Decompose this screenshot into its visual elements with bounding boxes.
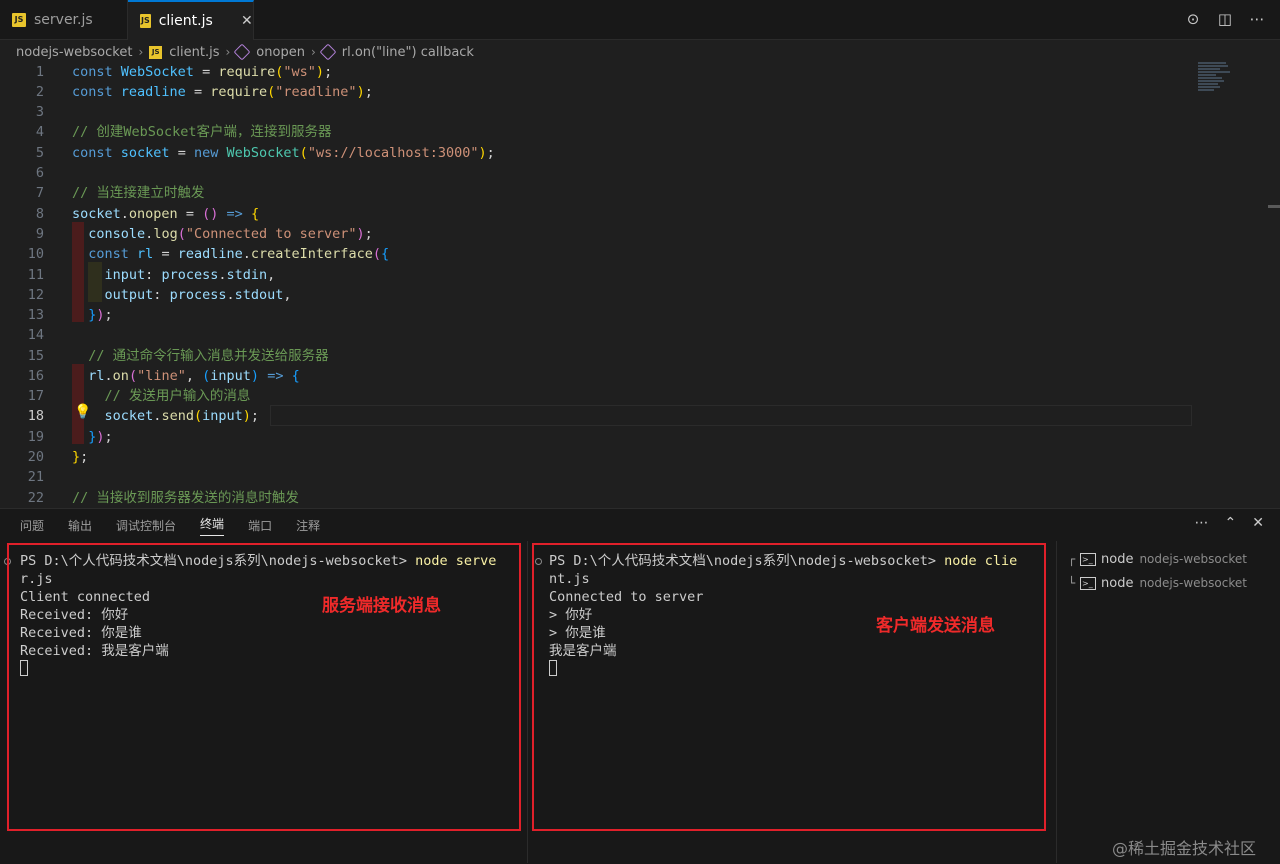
method-symbol-icon bbox=[233, 43, 251, 61]
annotation-box-server bbox=[7, 543, 521, 831]
terminal-list-folder: nodejs-websocket bbox=[1139, 552, 1247, 566]
code-line: 11 input: process.stdin, bbox=[27, 267, 276, 283]
code-line: 16 rl.on("line", (input) => { bbox=[27, 368, 300, 384]
js-file-icon: JS bbox=[140, 14, 151, 28]
breadcrumb-folder[interactable]: nodejs-websocket bbox=[16, 45, 132, 60]
annotation-label-client: 客户端发送消息 bbox=[876, 616, 995, 636]
code-line: 12 output: process.stdout, bbox=[27, 287, 292, 303]
tab-output[interactable]: 输出 bbox=[68, 517, 92, 534]
breadcrumb-file[interactable]: client.js bbox=[169, 45, 219, 60]
code-line: 4// 创建WebSocket客户端，连接到服务器 bbox=[35, 124, 332, 140]
tab-problems[interactable]: 问题 bbox=[20, 517, 44, 534]
more-actions-icon[interactable]: ⋯ bbox=[1195, 515, 1209, 531]
code-line: 5 const socket = new WebSocket("ws://loca… bbox=[35, 145, 495, 161]
compare-changes-icon[interactable]: ⊙ bbox=[1184, 10, 1202, 28]
code-line-current: 18 socket.send(input); bbox=[27, 408, 260, 424]
editor-tab-bar: JS server.js JS client.js ✕ ⊙ ◫ ⋯ bbox=[0, 0, 1280, 40]
code-line: 20}; bbox=[27, 449, 89, 465]
code-line: 6 bbox=[35, 165, 44, 181]
tree-connector-icon: └ bbox=[1068, 576, 1076, 590]
tab-debug-console[interactable]: 调试控制台 bbox=[116, 517, 176, 534]
minimap[interactable] bbox=[1198, 62, 1232, 102]
bottom-panel: 问题 输出 调试控制台 终端 端口 注释 ⋯ ⌃ ✕ PS D:\个人代码技术文… bbox=[0, 508, 1280, 864]
terminal-list-name: node bbox=[1101, 575, 1134, 591]
breadcrumb-symbol-callback[interactable]: rl.on("line") callback bbox=[342, 45, 474, 60]
close-icon[interactable]: ✕ bbox=[1252, 515, 1264, 531]
js-file-icon: JS bbox=[12, 13, 26, 27]
code-line: 1 const WebSocket = require("ws"); bbox=[35, 64, 333, 80]
chevron-up-icon[interactable]: ⌃ bbox=[1225, 515, 1237, 531]
breadcrumb: nodejs-websocket › JS client.js › onopen… bbox=[16, 41, 474, 63]
code-line: 15 // 通过命令行输入消息并发送给服务器 bbox=[27, 348, 329, 364]
terminal-splitter[interactable] bbox=[527, 541, 528, 863]
code-line: 22// 当接收到服务器发送的消息时触发 bbox=[27, 490, 299, 506]
tab-terminal[interactable]: 终端 bbox=[200, 515, 225, 536]
code-line: 3 bbox=[35, 104, 44, 120]
terminal-list-name: node bbox=[1101, 551, 1134, 567]
watermark: @稀土掘金技术社区 bbox=[1112, 839, 1257, 858]
method-symbol-icon bbox=[319, 43, 337, 61]
code-line: 17 // 发送用户输入的消息 bbox=[27, 388, 251, 404]
terminal-list-splitter[interactable] bbox=[1056, 541, 1057, 863]
code-line: 2 const readline = require("readline"); bbox=[35, 84, 373, 100]
breadcrumb-symbol-onopen[interactable]: onopen bbox=[256, 45, 305, 60]
tree-connector-icon: ┌ bbox=[1068, 552, 1076, 566]
chevron-right-icon: › bbox=[225, 45, 231, 59]
chevron-right-icon: › bbox=[310, 45, 316, 59]
tab-label: client.js bbox=[158, 13, 213, 29]
code-line: 13 }); bbox=[27, 307, 113, 323]
annotation-label-server: 服务端接收消息 bbox=[322, 596, 441, 616]
lightbulb-icon[interactable]: 💡 bbox=[74, 404, 91, 420]
chevron-right-icon: › bbox=[138, 45, 144, 59]
code-line: 19 }); bbox=[27, 429, 113, 445]
close-icon[interactable]: ✕ bbox=[241, 13, 253, 29]
terminal-list-item[interactable]: ┌ >_ node nodejs-websocket bbox=[1068, 547, 1247, 571]
annotation-box-client bbox=[532, 543, 1046, 831]
terminal-icon: >_ bbox=[1080, 576, 1096, 590]
terminal-list-item[interactable]: └ >_ node nodejs-websocket bbox=[1068, 571, 1247, 595]
terminal-list-folder: nodejs-websocket bbox=[1139, 576, 1247, 590]
tab-label: server.js bbox=[34, 12, 93, 28]
code-line: 10 const rl = readline.createInterface({ bbox=[27, 246, 390, 262]
code-line: 21 bbox=[27, 469, 44, 485]
tab-server-js[interactable]: JS server.js bbox=[0, 0, 128, 40]
terminal-icon: >_ bbox=[1080, 552, 1096, 566]
tab-ports[interactable]: 端口 bbox=[248, 517, 272, 534]
code-line: 14 bbox=[27, 327, 44, 343]
terminal-list: ┌ >_ node nodejs-websocket └ >_ node nod… bbox=[1068, 547, 1247, 595]
tab-comments[interactable]: 注释 bbox=[296, 517, 320, 534]
panel-tabs: 问题 输出 调试控制台 终端 端口 注释 bbox=[20, 509, 320, 541]
split-editor-icon[interactable]: ◫ bbox=[1216, 10, 1234, 28]
scrollbar[interactable] bbox=[1268, 205, 1280, 208]
tab-client-js[interactable]: JS client.js ✕ bbox=[128, 0, 254, 40]
code-line: 9 console.log("Connected to server"); bbox=[35, 226, 373, 242]
js-file-icon: JS bbox=[149, 45, 163, 59]
code-line: 7// 当连接建立时触发 bbox=[35, 185, 205, 201]
more-actions-icon[interactable]: ⋯ bbox=[1248, 10, 1266, 28]
code-line: 8 socket.onopen = () => { bbox=[35, 206, 260, 222]
code-editor[interactable]: 1 const WebSocket = require("ws"); 2 const… bbox=[0, 62, 1280, 508]
